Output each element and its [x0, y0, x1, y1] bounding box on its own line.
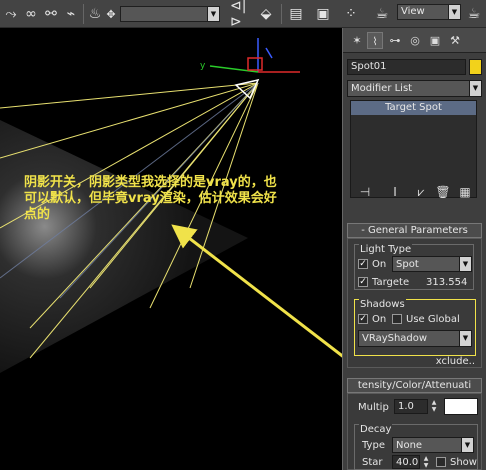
decay-type-dropdown[interactable]: None ▼ [392, 437, 474, 453]
utilities-tab-icon[interactable]: ⚒ [447, 32, 463, 49]
command-panel: ✶ ⌇ ⊶ ◎ ▣ ⚒ Spot01 Modifier List ▼ Targe… [343, 28, 486, 470]
annotation-line: 点的 [24, 207, 51, 222]
decay-start-field[interactable]: 40.0 [392, 455, 420, 469]
decay-show-label: Show [450, 457, 477, 468]
curve-editor-icon[interactable]: ▣ [313, 3, 333, 25]
stack-toolbar: ⊣ Ⅰ ⩗ 🗑 ▦ [350, 184, 477, 200]
view-dropdown-value: View [401, 6, 425, 17]
decay-type-label: Type [362, 440, 385, 451]
view-dropdown[interactable]: View ▼ [397, 4, 461, 20]
configure-sets-icon[interactable]: ▦ [456, 184, 474, 200]
main-toolbar: ⤳ ∞ ⚯ ⌁ ♨ ✥ ▼ ⊲|⊳ ⬙ ▤ ▣ ⁘ ☕ View ▼ ☕ [0, 0, 486, 30]
display-tab-icon[interactable]: ▣ [427, 32, 443, 49]
general-parameters-rollout-header[interactable]: - General Parameters [347, 223, 482, 238]
schematic-icon[interactable]: ⁘ [340, 3, 362, 25]
use-global-label: Use Global [406, 314, 460, 325]
modifier-list-dropdown[interactable]: Modifier List ▼ [347, 80, 482, 97]
object-name-field[interactable]: Spot01 [347, 59, 466, 75]
annotation-line: 可以默认，但毕竟vray渲染，估计效果会好 [24, 191, 277, 206]
teapot-select-icon[interactable]: ♨ [86, 3, 104, 25]
annotation-text: 阴影开关，阴影类型我选择的是vray的，也 可以默认，但毕竟vray渲染，估计效… [24, 175, 324, 223]
modify-tab-icon[interactable]: ⌇ [367, 32, 383, 49]
light-type-group-label: Light Type [359, 243, 413, 256]
decay-start-spinner-icon[interactable]: ▲ ▼ [422, 455, 430, 469]
chevron-down-icon: ▼ [448, 5, 460, 19]
transform-gizmo[interactable] [209, 38, 300, 73]
multiplier-label: Multip [358, 402, 389, 413]
decay-type-value: None [396, 440, 423, 451]
align-icon[interactable]: ⬙ [256, 3, 276, 25]
object-color-swatch[interactable] [469, 59, 482, 75]
chevron-down-icon: ▼ [469, 81, 481, 96]
intensity-rollout-header[interactable]: tensity/Color/Attenuati [347, 378, 482, 393]
command-panel-tabs: ✶ ⌇ ⊶ ◎ ▣ ⚒ [343, 28, 486, 53]
shadow-type-dropdown[interactable]: VRayShadow ▼ [358, 330, 472, 347]
light-type-dropdown[interactable]: Spot ▼ [392, 256, 472, 272]
spinner-icon[interactable]: ✥ [103, 3, 119, 25]
make-unique-icon[interactable]: ⩗ [412, 184, 430, 200]
unlink-icon[interactable]: ⚯ [42, 3, 60, 25]
hierarchy-tab-icon[interactable]: ⊶ [387, 32, 403, 49]
light-on-label: On [372, 259, 387, 270]
chain-icon[interactable]: ∞ [22, 3, 40, 25]
viewport-scene: y [0, 38, 342, 373]
chevron-down-icon: ▼ [461, 438, 473, 452]
light-color-swatch[interactable] [444, 398, 478, 415]
toolbar-divider [83, 4, 84, 24]
annotation-line: 阴影开关，阴影类型我选择的是vray的，也 [24, 175, 277, 190]
chevron-down-icon: ▼ [459, 331, 471, 346]
chevron-down-icon: ▼ [207, 7, 219, 21]
link-icon[interactable]: ⤳ [2, 3, 20, 25]
shadows-group-label: Shadows [359, 298, 406, 311]
use-global-checkbox[interactable] [392, 314, 402, 324]
show-end-result-icon[interactable]: Ⅰ [386, 184, 404, 200]
decay-start-label: Star [362, 457, 383, 468]
shadows-on-checkbox[interactable]: ✓ [358, 314, 368, 324]
shadows-on-label: On [372, 314, 387, 325]
exclude-button[interactable]: xclude.. [428, 355, 478, 368]
decay-show-checkbox[interactable] [436, 457, 446, 467]
render-icon[interactable]: ☕ [464, 3, 484, 25]
toolbar-divider [281, 4, 282, 24]
pin-stack-icon[interactable]: ⊣ [356, 184, 374, 200]
modifier-list-label: Modifier List [351, 83, 413, 94]
remove-modifier-icon[interactable]: 🗑 [434, 184, 452, 200]
multiplier-field[interactable]: 1.0 [394, 399, 428, 414]
chevron-down-icon: ▼ [459, 257, 471, 271]
shadow-type-value: VRayShadow [362, 333, 428, 344]
stack-item-target-spot[interactable]: Target Spot [351, 101, 476, 115]
motion-tab-icon[interactable]: ◎ [407, 32, 423, 49]
gizmo-y-label: y [200, 61, 206, 71]
targeted-checkbox[interactable]: ✓ [358, 277, 368, 287]
named-selection-dropdown[interactable]: ▼ [120, 6, 220, 22]
target-distance-value: 313.554 [426, 277, 468, 288]
light-type-value: Spot [396, 259, 419, 270]
material-editor-icon[interactable]: ☕ [372, 3, 392, 25]
multiplier-spinner-icon[interactable]: ▲ ▼ [430, 399, 438, 413]
callout-arrow [171, 224, 342, 358]
intensity-rollout: Multip 1.0 ▲ ▼ Decay Type None ▼ Star 40.… [347, 393, 482, 470]
mirror-icon[interactable]: ⊲|⊳ [230, 0, 250, 30]
create-tab-icon[interactable]: ✶ [349, 32, 365, 49]
layer-manager-icon[interactable]: ▤ [286, 3, 306, 25]
bind-icon[interactable]: ⌁ [62, 3, 80, 25]
decay-group-label: Decay [359, 423, 393, 436]
targeted-label: Targete [372, 277, 410, 288]
general-parameters-rollout: Light Type ✓ On Spot ▼ ✓ Targete 313.554… [347, 238, 482, 368]
light-on-checkbox[interactable]: ✓ [358, 259, 368, 269]
perspective-viewport[interactable]: y 阴影开关，阴影类型我选择的是vray的，也 可以默认，但毕竟vray渲染，估… [0, 28, 343, 470]
